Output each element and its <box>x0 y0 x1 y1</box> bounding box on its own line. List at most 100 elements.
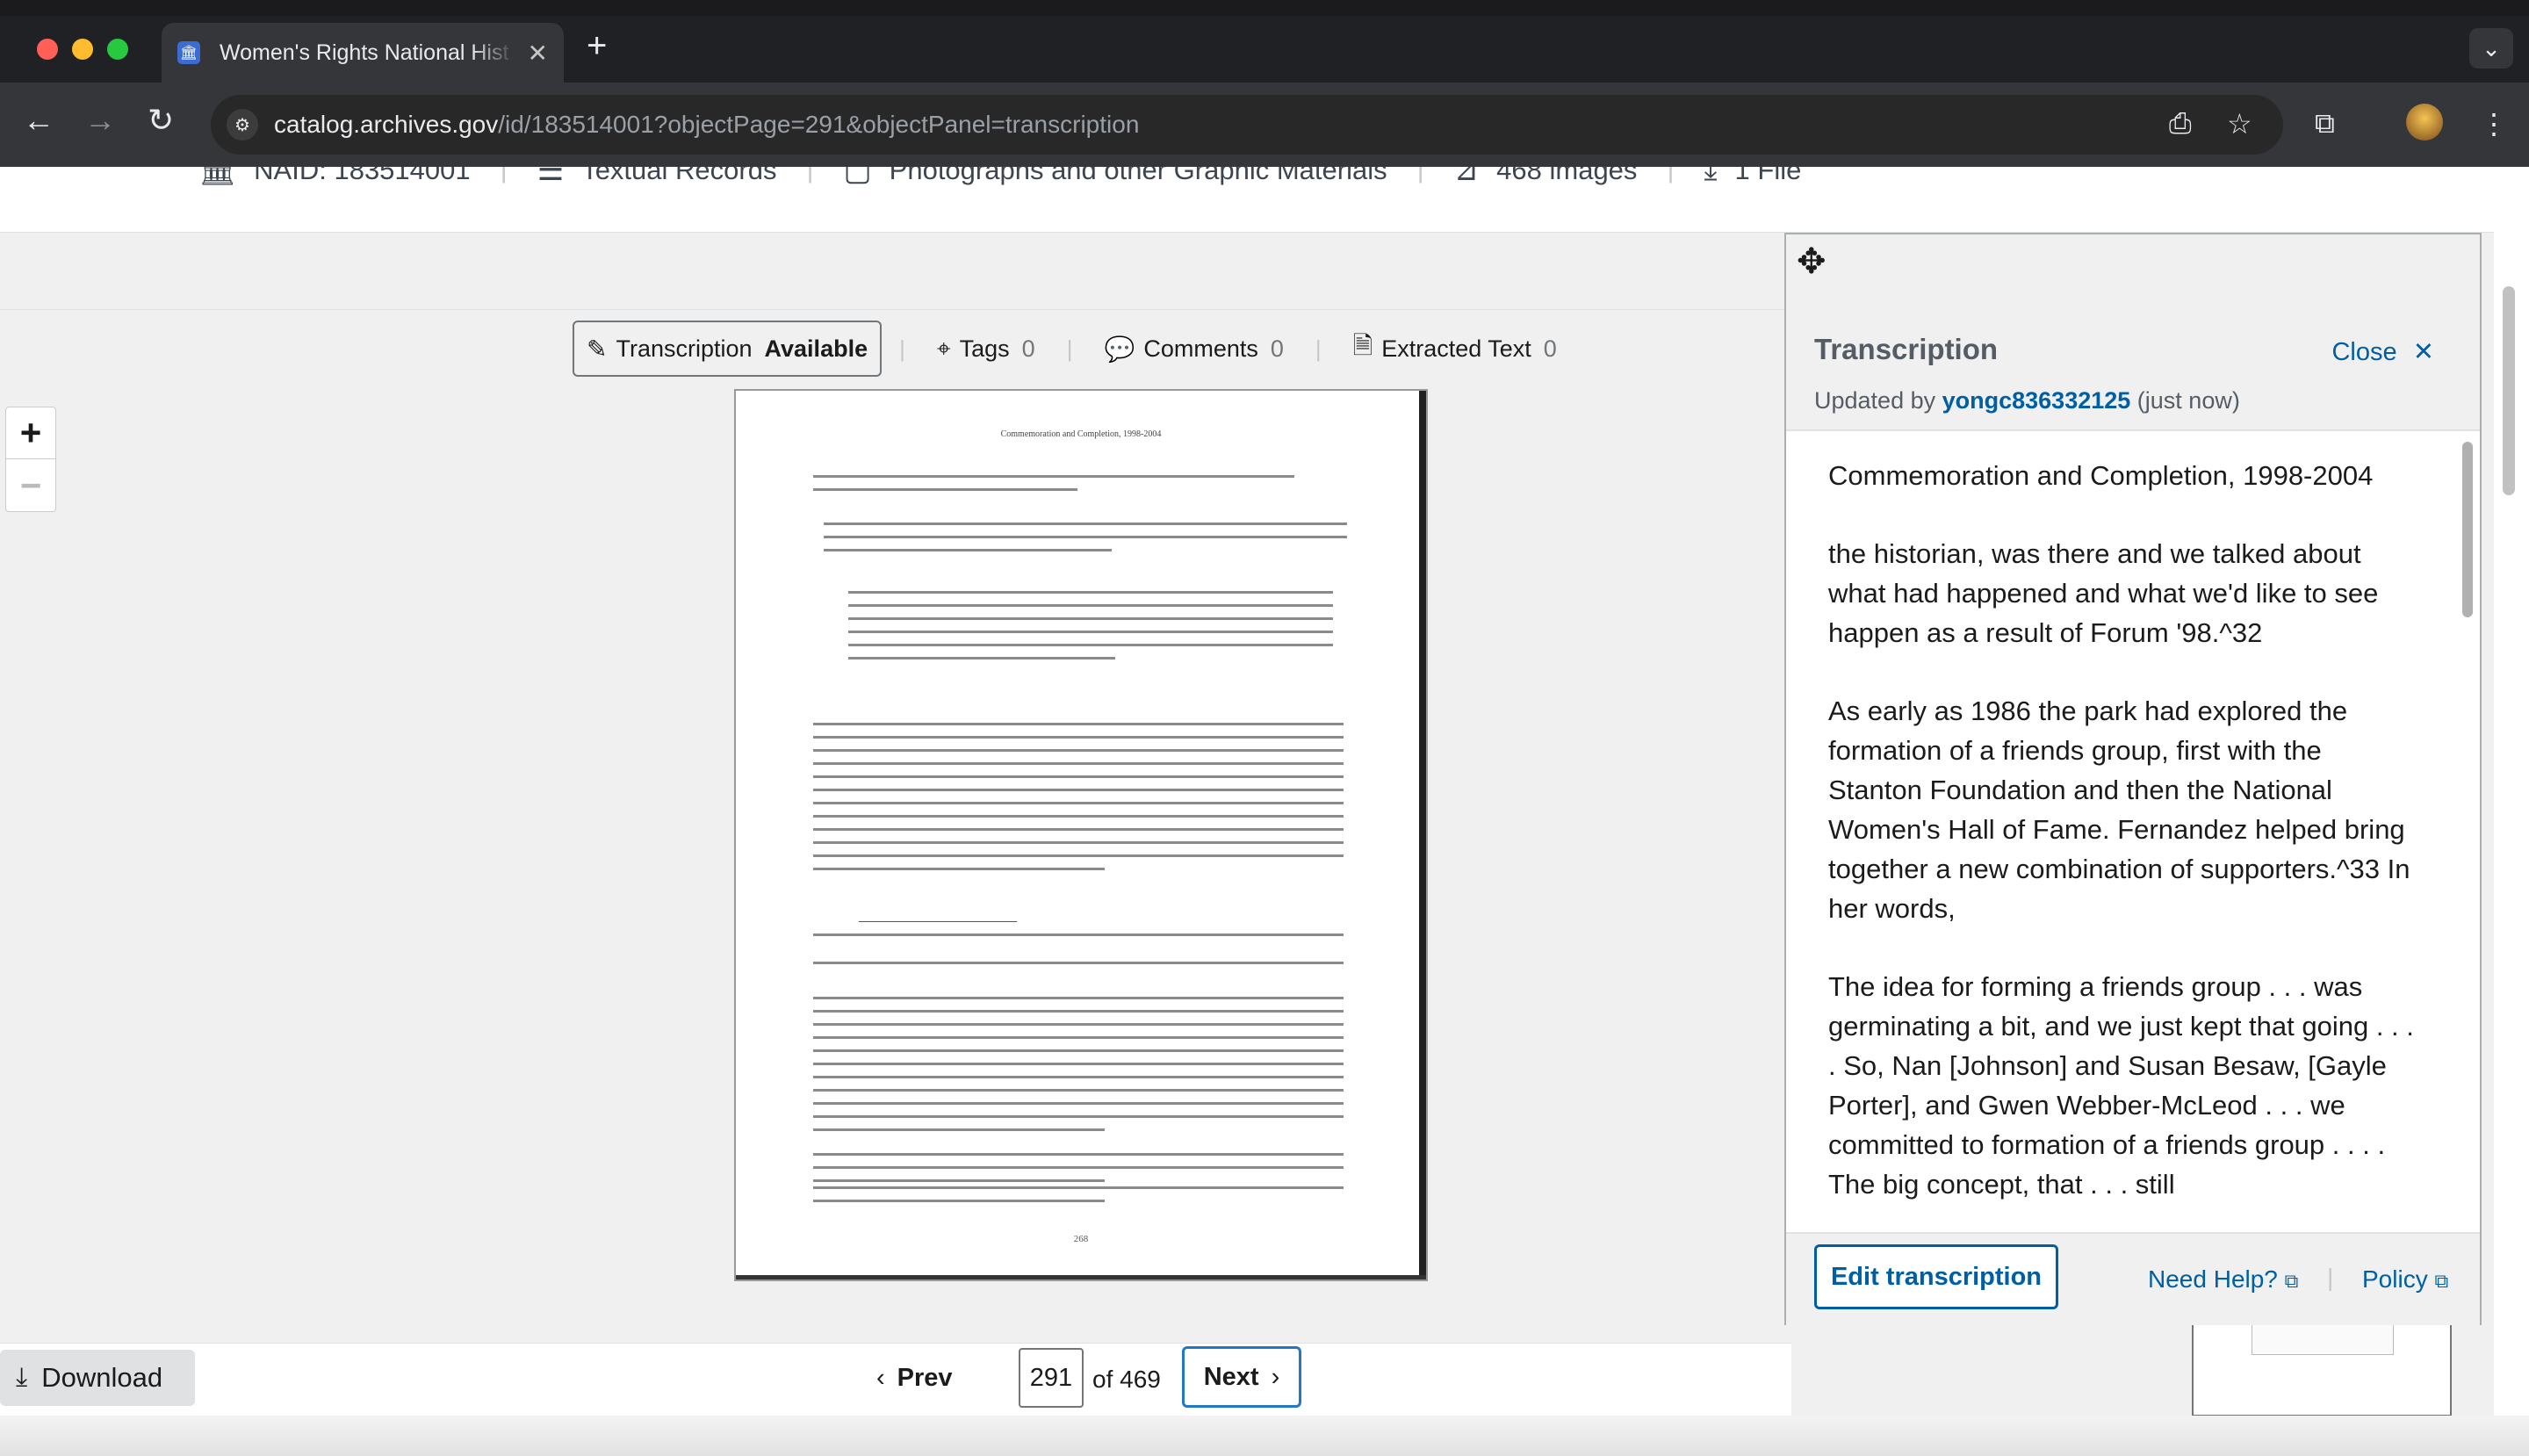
tags-label: Tags <box>959 335 1010 362</box>
scan-text-line <box>813 1036 1344 1039</box>
scan-text-line <box>813 815 1344 818</box>
transcription-body[interactable]: Commemoration and Completion, 1998-2004 … <box>1786 433 2480 1232</box>
tab-tags[interactable]: ⌖ Tags 0 <box>923 321 1049 377</box>
install-app-icon[interactable]: ⎙ <box>2169 107 2192 141</box>
zoom-in-button[interactable]: + <box>6 407 55 459</box>
need-help-link[interactable]: Need Help? ⧉ <box>2148 1265 2298 1294</box>
edit-icon: ✎ <box>587 335 608 363</box>
footnote-rule <box>859 921 1017 922</box>
scan-text-line <box>813 933 1344 936</box>
tab-list-chevron-icon[interactable]: ⌄ <box>2469 28 2513 68</box>
scan-text-line <box>813 749 1344 752</box>
scan-text-line <box>813 1115 1344 1118</box>
tab-comments[interactable]: 💬 Comments 0 <box>1090 321 1297 377</box>
scan-text-line <box>813 475 1294 478</box>
transcription-panel-header: ✥ Transcription Close ✕ Updated by yongc… <box>1786 234 2480 431</box>
scan-text-line <box>848 644 1333 646</box>
naid-label: NAID: 183514001 <box>254 167 471 185</box>
edit-transcription-button[interactable]: Edit transcription <box>1814 1244 2058 1309</box>
scan-text-line <box>848 657 1115 660</box>
scan-text-line <box>813 854 1344 857</box>
page-footer-shadow <box>0 1416 2529 1456</box>
download-icon: ⤓ <box>16 1363 28 1392</box>
reload-icon[interactable]: ↻ <box>148 102 174 139</box>
download-button[interactable]: ⤓ Download <box>0 1350 195 1406</box>
document-page-number: 268 <box>1073 1234 1089 1244</box>
profile-avatar[interactable] <box>2406 104 2443 141</box>
bookmark-star-icon[interactable]: ☆ <box>2227 107 2252 141</box>
scan-text-line <box>813 488 1078 491</box>
next-page-button[interactable]: Next › <box>1182 1346 1301 1408</box>
prev-page-button[interactable]: ‹ Prev <box>876 1350 953 1406</box>
updated-user-link[interactable]: yongc836332125 <box>1942 387 2131 414</box>
scan-text-line <box>813 762 1344 765</box>
tab-extracted-text[interactable]: 🗎 Extracted Text 0 <box>1339 321 1571 377</box>
zoom-out-button[interactable]: − <box>6 459 55 511</box>
image-viewer-area: ✎ Transcription Available | ⌖ Tags 0 | 💬… <box>0 233 1791 1416</box>
close-window-button[interactable] <box>37 39 58 60</box>
download-label: Download <box>41 1362 163 1393</box>
policy-link[interactable]: Policy ⧉ <box>2362 1265 2448 1294</box>
scan-text-line <box>813 775 1344 778</box>
page-thumbnail[interactable] <box>2192 1309 2452 1416</box>
external-link-icon: ⧉ <box>2284 1270 2299 1292</box>
updated-prefix: Updated by <box>1814 387 1936 414</box>
transcription-scrollbar[interactable] <box>2462 442 2473 617</box>
scan-text-line <box>813 962 1344 964</box>
back-icon[interactable]: ← <box>23 102 54 139</box>
archives-favicon-icon: 🏛 <box>177 41 200 64</box>
policy-label: Policy <box>2362 1265 2428 1293</box>
scan-text-line <box>813 1063 1344 1065</box>
minimize-window-button[interactable] <box>72 39 93 60</box>
scan-text-line <box>813 1179 1106 1182</box>
chevron-left-icon: ‹ <box>876 1363 885 1392</box>
scan-text-line <box>813 1153 1344 1156</box>
extensions-icon[interactable]: ⧉ <box>2315 107 2335 141</box>
browser-menu-icon[interactable]: ⋮ <box>2480 107 2508 141</box>
transcription-label: Transcription <box>616 335 753 362</box>
prev-label: Prev <box>897 1363 953 1392</box>
scan-text-line <box>813 723 1344 725</box>
scan-text-line <box>813 802 1344 804</box>
panel-title: Transcription <box>1814 333 1999 365</box>
text-document-icon: ☰ <box>537 167 565 187</box>
comments-count: 0 <box>1270 335 1284 362</box>
document-icon: 🗎 <box>1352 332 1373 359</box>
tags-count: 0 <box>1021 335 1035 362</box>
scan-text-line <box>848 604 1333 607</box>
scan-text-line <box>813 1023 1344 1026</box>
building-icon: 🏛 <box>198 167 237 187</box>
move-drag-icon[interactable]: ✥ <box>1797 241 1826 282</box>
scan-text-line <box>813 868 1106 870</box>
close-label: Close <box>2331 338 2397 366</box>
scan-text-line <box>848 631 1333 633</box>
page-number-input[interactable]: 291 <box>1019 1348 1084 1408</box>
scan-text-line <box>848 617 1333 620</box>
close-tab-icon[interactable]: ✕ <box>528 39 548 68</box>
scan-text-line <box>813 1200 1106 1202</box>
browser-tab[interactable]: 🏛 Women's Rights National Hist ✕ <box>162 23 564 83</box>
download-file-icon: ⤓ <box>1704 167 1718 186</box>
close-panel-button[interactable]: Close ✕ <box>2331 336 2434 367</box>
url-host: catalog.archives.gov <box>274 111 499 138</box>
next-label: Next <box>1203 1362 1259 1391</box>
document-page-image[interactable]: Commemoration and Completion, 1998-2004 … <box>734 389 1428 1281</box>
forward-icon[interactable]: → <box>84 102 116 139</box>
site-info-icon[interactable]: ⚙ <box>227 109 258 141</box>
close-icon: ✕ <box>2412 338 2434 366</box>
record-type-photographs: Photographs and other Graphic Materials <box>889 167 1387 185</box>
new-tab-icon[interactable]: + <box>587 26 607 66</box>
scan-text-line <box>813 1102 1344 1105</box>
tag-icon: ⌖ <box>936 334 951 362</box>
tab-transcription[interactable]: ✎ Transcription Available <box>573 321 883 377</box>
url-path: /id/183514001?objectPage=291&objectPanel… <box>498 111 1140 138</box>
maximize-window-button[interactable] <box>107 39 128 60</box>
catalog-page: 🏛 NAID: 183514001 | ☰ Textual Records | ▢ P… <box>0 167 2529 1456</box>
updated-time: (just now) <box>2136 387 2240 414</box>
page-scrollbar[interactable] <box>2503 286 2515 495</box>
transcription-panel-footer: Edit transcription Need Help? ⧉ | Policy… <box>1786 1232 2480 1325</box>
scan-text-line <box>813 1049 1344 1052</box>
extracted-text-label: Extracted Text <box>1381 335 1531 362</box>
transcription-paragraph: The idea for forming a friends group . .… <box>1828 971 2414 1200</box>
address-bar[interactable]: ⚙ catalog.archives.gov/id/183514001?obje… <box>211 95 2283 155</box>
